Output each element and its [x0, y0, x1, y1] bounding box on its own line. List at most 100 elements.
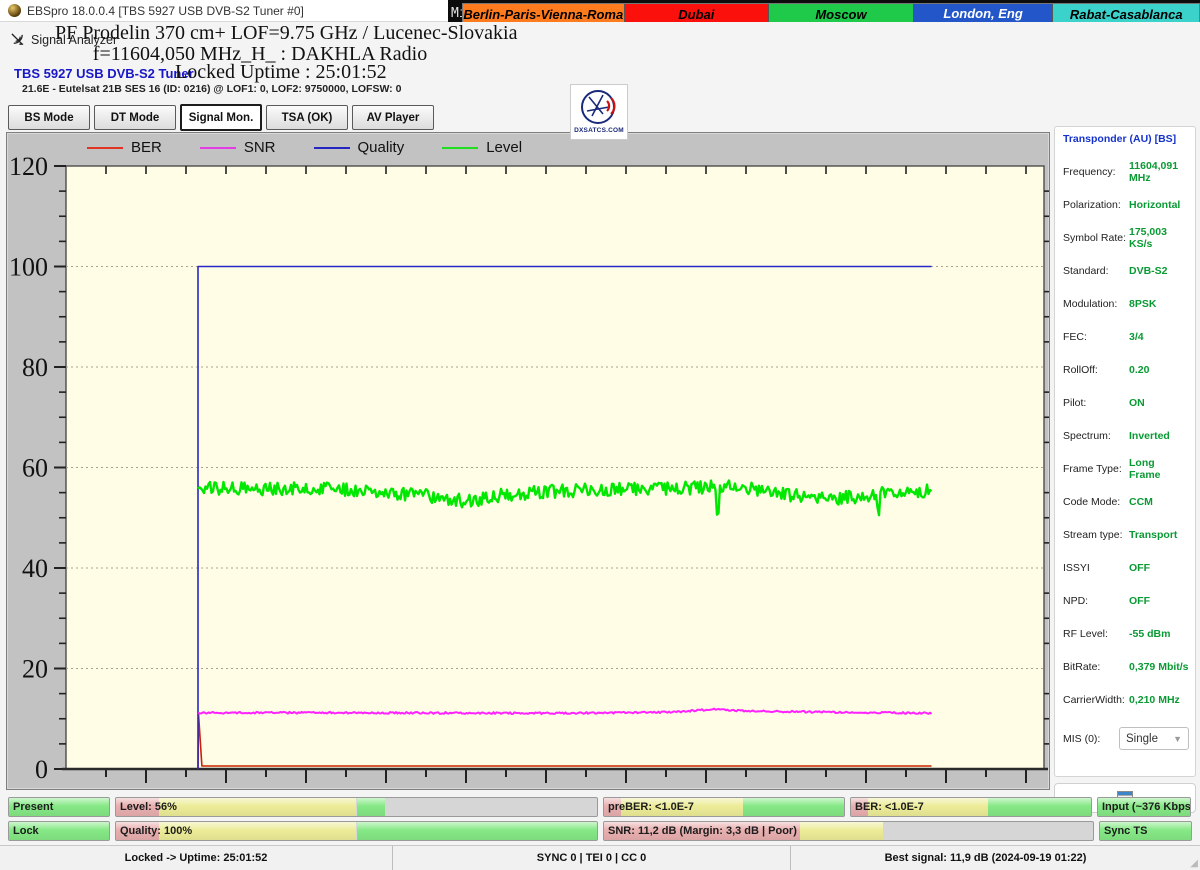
indicator-label: BER: <1.0E-7 [855, 801, 924, 813]
satellite-info: 21.6E - Eutelsat 21B SES 16 (ID: 0216) @… [22, 83, 402, 95]
dxsatcs-logo: DXSATCS.COM [570, 84, 628, 140]
indicator-input-376-kbps: Input (~376 Kbps) [1097, 797, 1191, 817]
tp-value: ON [1129, 396, 1145, 409]
tp-label: Frequency: [1063, 165, 1116, 178]
antenna-title: PF Prodelin 370 cm+ LOF=9.75 GHz / Lucen… [55, 22, 518, 44]
statusbar-uptime: Locked -> Uptime: 25:01:52 [124, 852, 268, 864]
tp-label: Stream type: [1063, 528, 1123, 541]
y-tick-label: 80 [22, 353, 48, 382]
tp-row-issyi: ISSYI OFF [1063, 551, 1189, 584]
indicator-label: Sync TS [1104, 825, 1148, 837]
indicator-row-2: Lock Quality: 100% SNR: 11,2 dB (Margin: 3… [8, 821, 1192, 841]
tp-row-spectrum: Spectrum: Inverted [1063, 419, 1189, 452]
dxsatcs-logo-icon [581, 90, 616, 124]
tp-label: Code Mode: [1063, 495, 1121, 508]
indicator-ber: BER: <1.0E-7 [850, 797, 1092, 817]
tp-value: OFF [1129, 561, 1150, 574]
y-tick-label: 120 [9, 152, 48, 181]
indicator-segment-yellow [799, 822, 883, 840]
tp-value: Long Frame [1129, 456, 1161, 481]
resize-grip[interactable] [1180, 846, 1200, 870]
indicator-preber: preBER: <1.0E-7 [603, 797, 845, 817]
tp-label: Symbol Rate: [1063, 231, 1127, 244]
indicator-label: Quality: 100% [120, 825, 193, 837]
transponder-panel: Transponder (AU) [BS] Frequency: 11604,09… [1054, 126, 1196, 777]
tp-row-bitrate: BitRate: 0,379 Mbit/s [1063, 650, 1189, 683]
y-tick-label: 100 [9, 253, 48, 282]
mis-selected-value: Single [1126, 732, 1158, 745]
indicator-sync-ts: Sync TS [1099, 821, 1192, 841]
tp-value: OFF [1129, 594, 1150, 607]
transponder-title: Transponder (AU) [BS] [1063, 133, 1177, 145]
indicator-segment-green [356, 822, 597, 840]
indicator-segment-yellow [159, 798, 357, 816]
tp-label: RF Level: [1063, 627, 1108, 640]
tp-value: 175,003 KS/s [1129, 225, 1167, 250]
tp-row-polarization: Polarization: Horizontal [1063, 188, 1189, 221]
indicator-row-1: Present Level: 56% preBER: <1.0E-7 BER: <1.… [8, 797, 1192, 817]
y-tick-label: 20 [22, 655, 48, 684]
statusbar: Locked -> Uptime: 25:01:52 SYNC 0 | TEI … [0, 845, 1200, 870]
tp-label: ISSYI [1063, 561, 1090, 574]
indicator-label: preBER: <1.0E-7 [608, 801, 694, 813]
tp-row-carrierwidth: CarrierWidth: 0,210 MHz [1063, 683, 1189, 716]
indicator-segment-green [987, 798, 1091, 816]
tp-value: DVB-S2 [1129, 264, 1168, 277]
y-tick-label: 60 [22, 454, 48, 483]
tp-value: CCM [1129, 495, 1153, 508]
tp-value: -55 dBm [1129, 627, 1171, 640]
tp-label: RollOff: [1063, 363, 1098, 376]
signal-analyzer-window: Signal Analyzer PF Prodelin 370 cm+ LOF=… [0, 22, 1200, 870]
tab-dt-mode[interactable]: DT Mode [94, 105, 176, 130]
mis-dropdown[interactable]: Single ▼ [1119, 727, 1189, 750]
tp-label: FEC: [1063, 330, 1087, 343]
tp-value: 0,210 MHz [1129, 693, 1180, 706]
tp-label: Modulation: [1063, 297, 1118, 310]
indicator-label: Present [13, 801, 54, 813]
tp-row-frequency: Frequency: 11604,091 MHz [1063, 155, 1189, 188]
tp-label: Frame Type: [1063, 462, 1122, 475]
tp-row-frame-type: Frame Type: Long Frame [1063, 452, 1189, 485]
tab-signal-mon[interactable]: Signal Mon. [180, 104, 262, 131]
mis-label: MIS (0): [1063, 732, 1101, 745]
tab-bs-mode[interactable]: BS Mode [8, 105, 90, 130]
clock-city-name: London, Eng [913, 4, 1053, 24]
tp-value: Transport [1129, 528, 1178, 541]
tp-value: 11604,091 MHz [1129, 159, 1179, 184]
tp-label: Spectrum: [1063, 429, 1111, 442]
tab-tsa-ok[interactable]: TSA (OK) [266, 105, 348, 130]
tp-label: Pilot: [1063, 396, 1087, 409]
chevron-down-icon: ▼ [1173, 733, 1182, 744]
indicator-quality: Quality: 100% [115, 821, 598, 841]
tp-value: 3/4 [1129, 330, 1144, 343]
tp-row-fec: FEC: 3/4 [1063, 320, 1189, 353]
tp-value: 0,379 Mbit/s [1129, 660, 1189, 673]
tab-av-player[interactable]: AV Player [352, 105, 434, 130]
tp-row-npd: NPD: OFF [1063, 584, 1189, 617]
indicator-label: Level: 56% [120, 801, 177, 813]
statusbar-sync: SYNC 0 | TEI 0 | CC 0 [392, 846, 790, 870]
tp-row-modulation: Modulation: 8PSK [1063, 287, 1189, 320]
tp-value: Inverted [1129, 429, 1170, 442]
app-icon [8, 4, 21, 17]
locked-uptime: Locked Uptime : 25:01:52 [175, 61, 387, 83]
tp-label: Polarization: [1063, 198, 1121, 211]
tp-row-rf-level: RF Level: -55 dBm [1063, 617, 1189, 650]
tp-row-stream-type: Stream type: Transport [1063, 518, 1189, 551]
tp-row-pilot: Pilot: ON [1063, 386, 1189, 419]
y-tick-label: 0 [35, 755, 48, 784]
indicator-snr: SNR: 11,2 dB (Margin: 3,3 dB | Poor) [603, 821, 1094, 841]
app-titlebar: EBSpro 18.0.0.4 [TBS 5927 USB DVB-S2 Tun… [0, 0, 456, 22]
tp-value: 8PSK [1129, 297, 1157, 310]
tp-row-rolloff: RollOff: 0.20 [1063, 353, 1189, 386]
indicator-label: Lock [13, 825, 39, 837]
app-title: EBSpro 18.0.0.4 [TBS 5927 USB DVB-S2 Tun… [27, 3, 304, 18]
tp-label: NPD: [1063, 594, 1089, 607]
tab-bar: BS Mode DT Mode Signal Mon. TSA (OK) AV Play… [8, 104, 434, 131]
chart-panel: BER SNR Quality Level 0 20 40 60 80 100 120 [6, 132, 1050, 790]
satellite-dish-icon [11, 33, 24, 45]
mis-row: MIS (0): Single ▼ [1063, 727, 1189, 750]
tp-row-code-mode: Code Mode: CCM [1063, 485, 1189, 518]
tp-value: Horizontal [1129, 198, 1181, 211]
tp-value: 0.20 [1129, 363, 1150, 376]
